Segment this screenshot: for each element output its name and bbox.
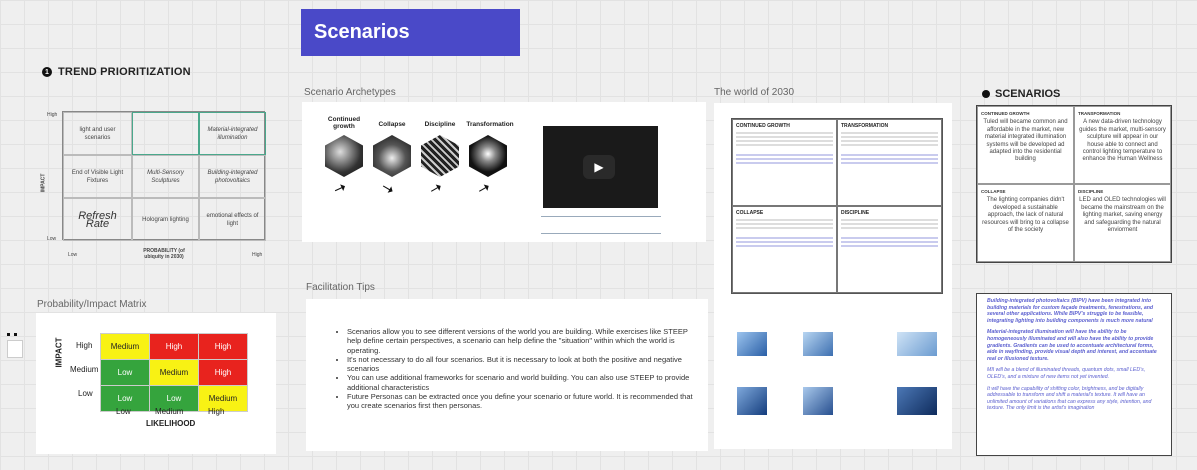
- video-link[interactable]: [541, 216, 661, 234]
- trend-cell[interactable]: Refresh Rate: [63, 198, 132, 241]
- tips-label: Facilitation Tips: [306, 282, 375, 293]
- pim-cell: Low: [100, 359, 150, 386]
- world-cell[interactable]: COLLAPSE: [732, 206, 837, 293]
- world-cell-title: CONTINUED GROWTH: [736, 123, 790, 129]
- tips-list: Scenarios allow you to see different ver…: [335, 327, 702, 411]
- x-high-label: High: [252, 252, 263, 258]
- x-axis-label: PROBABILITY (of ubiquity in 2030): [143, 248, 185, 260]
- more-icon[interactable]: [7, 333, 17, 338]
- note-paragraph: It will have the capability of shifting …: [987, 385, 1152, 412]
- note-paragraph: Material-integrated illumination will ha…: [987, 329, 1157, 362]
- world-grid: CONTINUED GROWTH TRANSFORMATION COLLAPSE…: [731, 118, 943, 294]
- world-cell[interactable]: CONTINUED GROWTH: [732, 119, 837, 206]
- world-cell-title: COLLAPSE: [736, 210, 764, 216]
- pim-cell: High: [198, 333, 248, 360]
- pim-col-label: Medium: [155, 407, 184, 416]
- archetype-label: Discipline: [424, 121, 456, 128]
- scenario-notes[interactable]: Building-integrated photovoltaics (BIPV)…: [976, 293, 1172, 456]
- pim-row-label: High: [76, 341, 93, 350]
- scenario-cell-text: The lighting companies didn't developed …: [982, 197, 1069, 234]
- y-low-label: Low: [47, 236, 57, 242]
- archetypes-label: Scenario Archetypes: [304, 87, 396, 98]
- archetype-label: Collapse: [378, 121, 406, 128]
- world-cell-title: TRANSFORMATION: [841, 123, 889, 129]
- trend-cell[interactable]: Multi-Sensory Sculptures: [132, 155, 199, 198]
- scenario-cell[interactable]: TRANSFORMATION A new data-driven technol…: [1074, 106, 1171, 184]
- archetype-label: Transformation: [466, 121, 514, 128]
- tip-item: Future Personas can be extracted once yo…: [347, 392, 702, 411]
- trend-cell[interactable]: emotional effects of light: [199, 198, 266, 241]
- pim-cell: Medium: [149, 359, 199, 386]
- world-label: The world of 2030: [714, 87, 795, 98]
- scenario-cell-text: Tuled will became common and affordable …: [983, 119, 1068, 163]
- pim-label: Probability/Impact Matrix: [37, 299, 147, 310]
- trend-cell[interactable]: light and user scenarios: [63, 112, 132, 155]
- trend-matrix: light and user scenarios Material-integr…: [62, 111, 266, 241]
- scenario-cell[interactable]: COLLAPSE The lighting companies didn't d…: [977, 184, 1074, 262]
- pim-cell: High: [198, 359, 248, 386]
- scenario-cell[interactable]: CONTINUED GROWTH Tuled will became commo…: [977, 106, 1074, 184]
- number-badge: 1: [42, 67, 52, 77]
- scenario-cell-title: DISCIPLINE: [1078, 189, 1104, 194]
- play-button-icon[interactable]: ▶: [583, 155, 615, 179]
- tip-item: It's not necessary to do all four scenar…: [347, 355, 702, 374]
- trend-cell[interactable]: [132, 112, 199, 155]
- tip-item: Scenarios allow you to see different ver…: [347, 327, 702, 355]
- pim-col-label: High: [208, 407, 225, 416]
- pim-row-label: Low: [78, 389, 93, 398]
- pim-cell: Medium: [100, 333, 150, 360]
- page-title: Scenarios: [301, 9, 520, 56]
- scenario-cell-title: TRANSFORMATION: [1078, 111, 1121, 116]
- note-paragraph: Building-integrated photovoltaics (BIPV)…: [987, 298, 1154, 324]
- scenarios-heading: SCENARIOS: [982, 88, 1060, 100]
- pim-x-axis: LIKELIHOOD: [146, 419, 196, 428]
- trend-cell[interactable]: Material-integrated illumination: [199, 112, 266, 155]
- pim-row-label: Medium: [70, 365, 99, 374]
- scenario-cell[interactable]: DISCIPLINE LED and OLED technologies wil…: [1074, 184, 1171, 262]
- scenario-cell-title: CONTINUED GROWTH: [981, 111, 1030, 116]
- y-axis-label: IMPACT: [40, 173, 47, 193]
- bullet-icon: [982, 90, 990, 98]
- archetype-label: Continued growth: [327, 116, 361, 130]
- pim-cell: High: [149, 333, 199, 360]
- world-cell[interactable]: DISCIPLINE: [837, 206, 942, 293]
- world-cell[interactable]: TRANSFORMATION: [837, 119, 942, 206]
- scenario-cell-text: A new data-driven technology guides the …: [1079, 119, 1166, 163]
- y-high-label: High: [47, 112, 58, 118]
- scenarios-grid: CONTINUED GROWTH Tuled will became commo…: [976, 105, 1172, 263]
- pim-y-axis: IMPACT: [54, 337, 64, 368]
- pim-col-label: Low: [116, 407, 131, 416]
- scenario-cell-text: LED and OLED technologies will became th…: [1079, 197, 1166, 234]
- scenarios-heading-text: SCENARIOS: [995, 88, 1061, 100]
- trend-cell[interactable]: Hologram lighting: [132, 198, 199, 241]
- trend-prioritization-heading: 1 TREND PRIORITIZATION: [42, 66, 191, 78]
- trend-cell[interactable]: Building-integrated photovoltaics: [199, 155, 266, 198]
- pim-table: Medium High High Low Medium High Low Low…: [100, 333, 248, 412]
- world-cell-title: DISCIPLINE: [841, 210, 870, 216]
- world-images: [733, 327, 941, 447]
- trend-heading-text: TREND PRIORITIZATION: [58, 66, 191, 78]
- x-low-label: Low: [68, 252, 78, 258]
- thumbnail[interactable]: [7, 340, 23, 358]
- note-paragraph: MII will be a blend of illuminated threa…: [987, 367, 1146, 380]
- scenario-cell-title: COLLAPSE: [981, 189, 1006, 194]
- trend-cell[interactable]: End of Visible Light Fixtures: [63, 155, 132, 198]
- tip-item: You can use additional frameworks for sc…: [347, 373, 702, 392]
